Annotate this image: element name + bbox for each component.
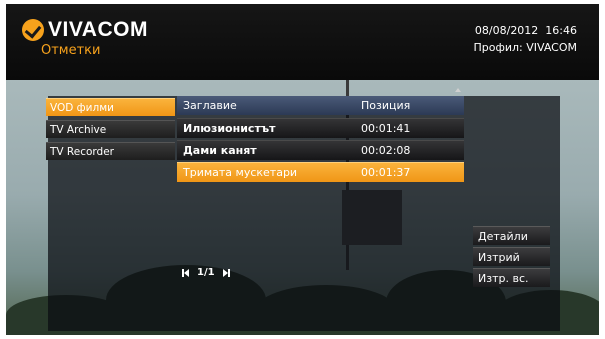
- page-indicator: 1/1: [197, 267, 215, 278]
- row-position: 00:01:41: [361, 122, 411, 135]
- delete-button[interactable]: Изтрий: [473, 247, 550, 266]
- row-position: 00:02:08: [361, 144, 411, 157]
- page-title: Отметки: [41, 43, 101, 58]
- sidebar-item-vod-movies[interactable]: VOD филми: [46, 98, 175, 116]
- logo: VIVACOM: [22, 18, 148, 42]
- table-header: Заглавие Позиция: [177, 96, 464, 115]
- top-bar: VIVACOM Отметки 08/08/2012 16:46 Профил:…: [6, 4, 599, 80]
- column-header-title[interactable]: Заглавие: [183, 96, 237, 115]
- details-button[interactable]: Детайли: [473, 226, 550, 245]
- sidebar-item-tv-recorder[interactable]: TV Recorder: [46, 142, 175, 160]
- pager: 1/1: [182, 267, 230, 278]
- sidebar-item-tv-archive[interactable]: TV Archive: [46, 120, 175, 138]
- next-page-icon[interactable]: [222, 268, 230, 277]
- date-time: 08/08/2012 16:46: [474, 24, 577, 37]
- column-header-position[interactable]: Позиция: [361, 96, 410, 115]
- table-row-selected[interactable]: Тримата мускетари 00:01:37: [177, 162, 464, 182]
- row-title: Тримата мускетари: [183, 166, 298, 179]
- table-row[interactable]: Илюзионистът 00:01:41: [177, 118, 464, 138]
- prev-page-icon[interactable]: [182, 268, 189, 277]
- table-row[interactable]: Дами канят 00:02:08: [177, 140, 464, 160]
- row-title: Дами канят: [183, 144, 257, 157]
- row-title: Илюзионистът: [183, 122, 276, 135]
- logo-text: VIVACOM: [48, 18, 148, 41]
- row-position: 00:01:37: [361, 166, 411, 179]
- profile-label: Профил: VIVACOM: [473, 41, 577, 54]
- delete-all-button[interactable]: Изтр. вс.: [473, 268, 550, 287]
- vivacom-logo-icon: [22, 19, 44, 41]
- scroll-up-icon[interactable]: [455, 88, 461, 92]
